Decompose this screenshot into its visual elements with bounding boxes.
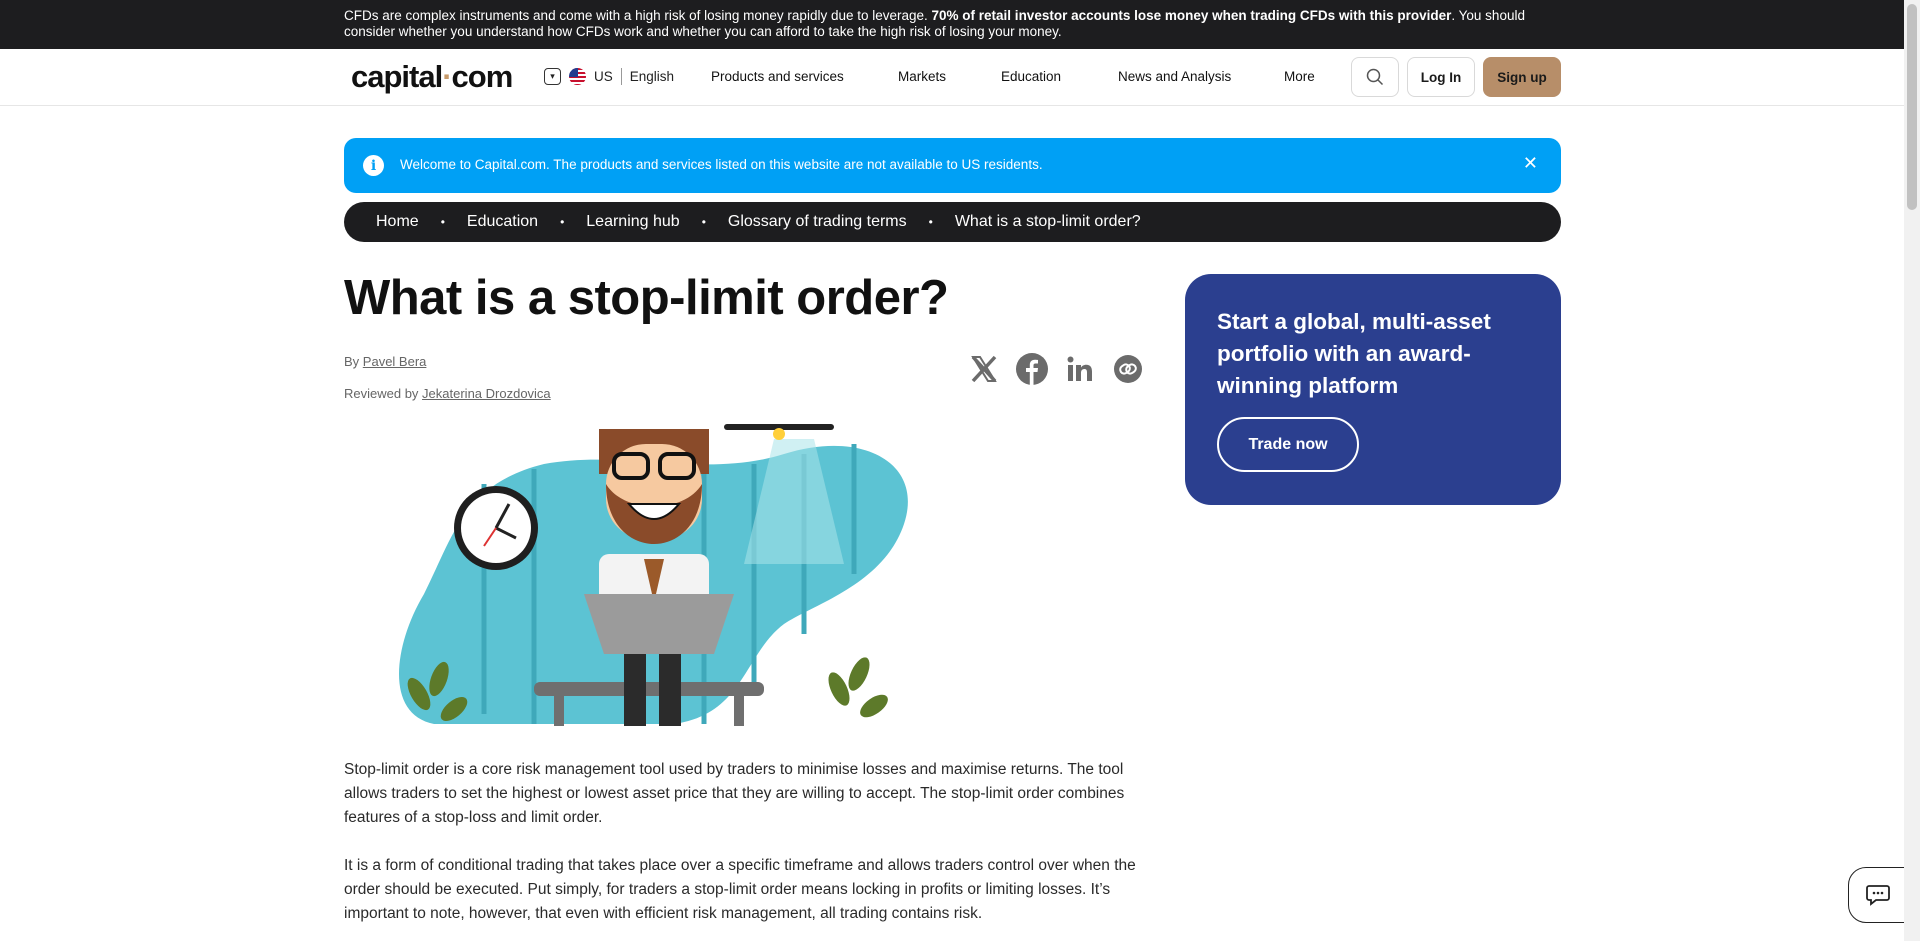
search-icon [1366,68,1384,86]
risk-warning-text: CFDs are complex instruments and come wi… [344,8,1560,40]
breadcrumb-separator: • [701,215,706,229]
scrollbar[interactable] [1904,0,1920,941]
nav-markets[interactable]: Markets [898,69,946,84]
share-facebook-button[interactable] [1015,352,1049,386]
breadcrumb-home[interactable]: Home [376,213,419,231]
search-button[interactable] [1351,57,1399,97]
nav-more[interactable]: More [1284,69,1315,84]
author-label: By [344,354,363,369]
risk-warning-bold: 70% of retail investor accounts lose mon… [931,8,1452,23]
reviewer-label: Reviewed by [344,386,423,401]
nav-news-and-analysis[interactable]: News and Analysis [1118,69,1231,84]
share-linkedin-button[interactable] [1063,352,1097,386]
breadcrumb-current: What is a stop-limit order? [954,213,1141,230]
breadcrumb-learning-hub[interactable]: Learning hub [586,213,679,231]
facebook-icon [1016,353,1048,385]
breadcrumb-separator: • [928,215,933,229]
scrollbar-thumb[interactable] [1907,4,1917,210]
trade-now-button[interactable]: Trade now [1217,417,1359,472]
divider [620,68,622,85]
reviewer-link[interactable]: Jekaterina Drozdovica [422,386,551,401]
share-copy-link-button[interactable] [1111,352,1145,386]
linkedin-icon [1067,356,1092,381]
reviewer-byline: Reviewed by Jekaterina Drozdovica [344,386,551,401]
region-language-selector[interactable]: ▾ US English [544,68,674,85]
promo-card: Start a global, multi-asset portfolio wi… [1185,274,1561,505]
breadcrumb-separator: • [440,215,445,229]
breadcrumb: Home • Education • Learning hub • Glossa… [344,202,1561,242]
login-button[interactable]: Log In [1407,57,1475,97]
risk-warning-bar: CFDs are complex instruments and come wi… [0,0,1904,49]
chat-button[interactable] [1848,867,1908,923]
info-icon: i [363,155,384,176]
chat-icon [1866,885,1890,906]
nav-products-and-services[interactable]: Products and services [711,69,844,84]
article-paragraph: Stop-limit order is a core risk manageme… [344,761,1125,826]
risk-warning-prefix: CFDs are complex instruments and come wi… [344,8,932,23]
breadcrumb-education[interactable]: Education [467,213,538,231]
copy-link-icon [1114,355,1142,383]
promo-text: Start a global, multi-asset portfolio wi… [1217,309,1491,398]
close-icon[interactable]: ✕ [1523,153,1538,174]
breadcrumb-glossary[interactable]: Glossary of trading terms [728,213,907,231]
breadcrumb-separator: • [560,215,565,229]
hero-illustration [344,424,944,726]
us-residents-banner: i Welcome to Capital.com. The products a… [344,138,1561,193]
nav-education[interactable]: Education [1001,69,1061,84]
page-title: What is a stop-limit order? [344,271,949,325]
region-label: US [594,69,613,84]
site-header: capital·com ▾ US English Products and se… [0,49,1904,106]
us-flag-icon [569,68,586,85]
logo-dot: · [442,59,452,94]
logo-part-right: com [451,59,514,94]
logo-part-left: capital [351,59,443,94]
chevron-down-icon: ▾ [544,68,561,85]
author-link[interactable]: Pavel Bera [363,354,427,369]
capital-logo[interactable]: capital·com [351,59,514,95]
author-byline: By Pavel Bera [344,354,426,369]
banner-text: Welcome to Capital.com. The products and… [400,157,1043,172]
share-x-button[interactable] [967,352,1001,386]
x-icon [971,355,997,383]
language-label: English [629,69,675,84]
article-paragraph: It is a form of conditional trading that… [344,857,1136,922]
signup-button[interactable]: Sign up [1483,57,1561,97]
